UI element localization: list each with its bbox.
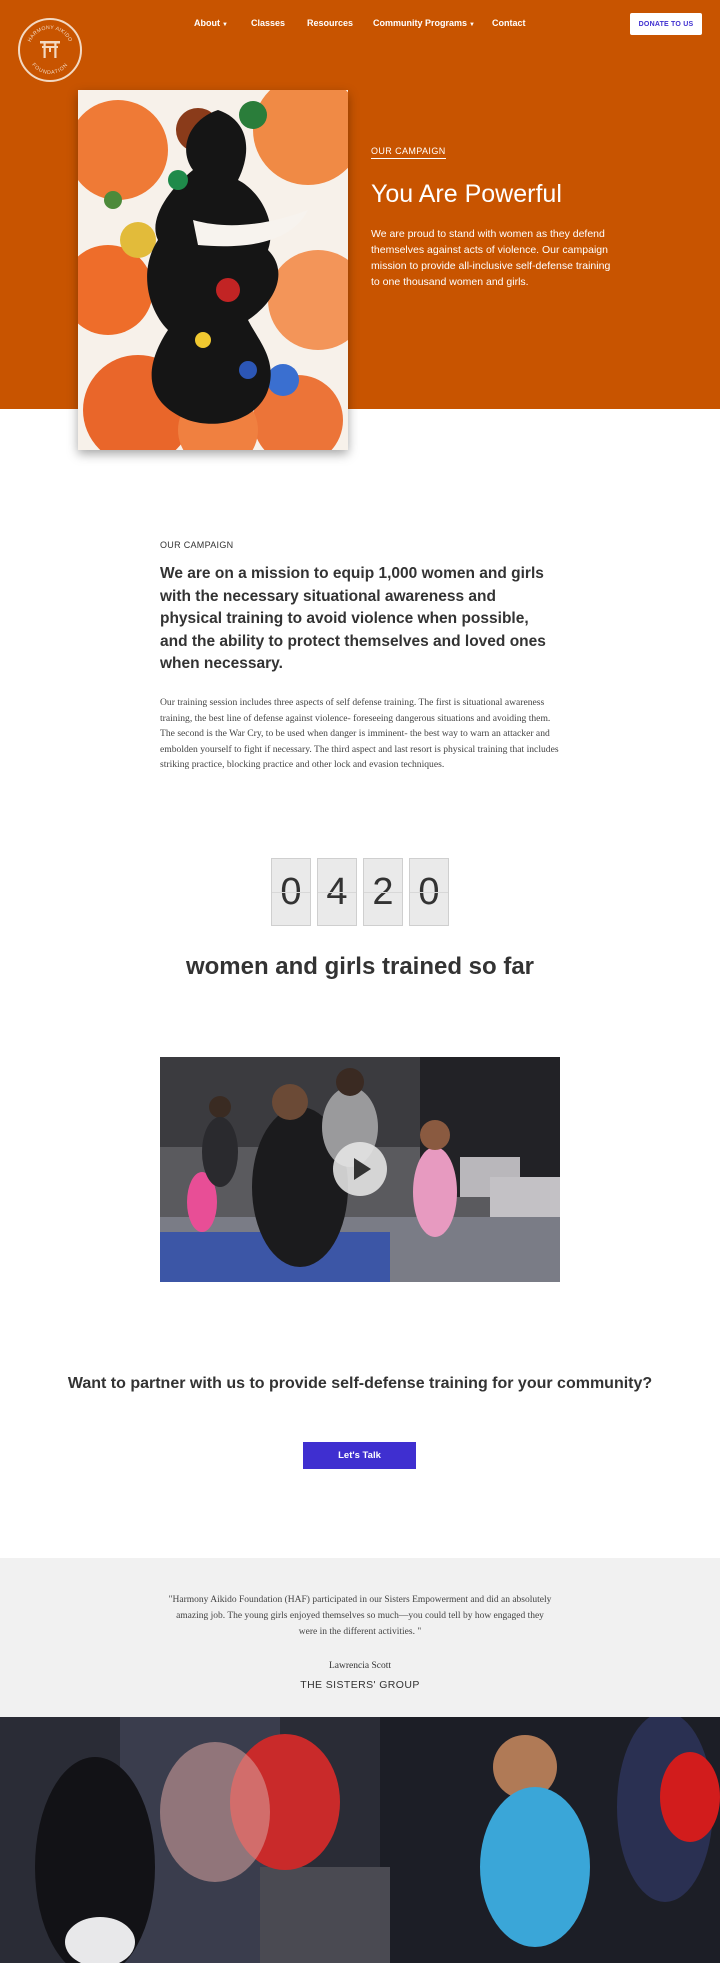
nav-about[interactable]: About ▼	[194, 18, 228, 28]
svg-text:HARMONY AIKIDO: HARMONY AIKIDO	[27, 25, 73, 43]
section-label: OUR CAMPAIGN	[160, 540, 234, 550]
counter-digit: 0	[409, 858, 449, 926]
testimonial-organization: THE SISTERS' GROUP	[300, 1679, 420, 1691]
counter-digit: 0	[271, 858, 311, 926]
donate-button[interactable]: DONATE TO US	[630, 13, 702, 35]
partner-heading: Want to partner with us to provide self-…	[67, 1375, 653, 1392]
logo-text-bottom: FOUNDATION	[30, 62, 68, 76]
chevron-down-icon: ▼	[222, 22, 228, 28]
testimonial-quote: "Harmony Aikido Foundation (HAF) partici…	[168, 1595, 552, 1637]
hero-title: You Are Powerful	[371, 180, 562, 208]
testimonial-author: Lawrencia Scott	[329, 1661, 391, 1671]
campaign-painting-image	[78, 90, 348, 450]
training-video[interactable]	[160, 1057, 560, 1282]
training-photo	[0, 1717, 720, 1963]
hero-eyebrow: OUR CAMPAIGN	[371, 146, 446, 159]
training-description: Our training session includes three aspe…	[160, 697, 559, 771]
nav-classes[interactable]: Classes	[251, 18, 285, 28]
mission-statement: We are on a mission to equip 1,000 women…	[160, 565, 546, 672]
nav-contact[interactable]: Contact	[492, 18, 526, 28]
trained-counter: 0 4 2 0	[271, 858, 449, 926]
hero-description: We are proud to stand with women as they…	[371, 228, 611, 288]
torii-gate-icon: HARMONY AIKIDO FOUNDATION	[27, 25, 73, 76]
counter-digit: 2	[363, 858, 403, 926]
counter-caption: women and girls trained so far	[185, 953, 535, 980]
counter-digit: 4	[317, 858, 357, 926]
nav-resources[interactable]: Resources	[307, 18, 353, 28]
lets-talk-button[interactable]: Let's Talk	[303, 1442, 416, 1469]
foundation-logo[interactable]: HARMONY AIKIDO FOUNDATION	[18, 18, 82, 82]
chevron-down-icon: ▼	[469, 22, 475, 28]
play-icon[interactable]	[333, 1142, 387, 1196]
logo-text-top: HARMONY AIKIDO	[27, 25, 73, 43]
nav-community-programs[interactable]: Community Programs ▼	[373, 18, 475, 28]
svg-text:FOUNDATION: FOUNDATION	[30, 62, 69, 76]
